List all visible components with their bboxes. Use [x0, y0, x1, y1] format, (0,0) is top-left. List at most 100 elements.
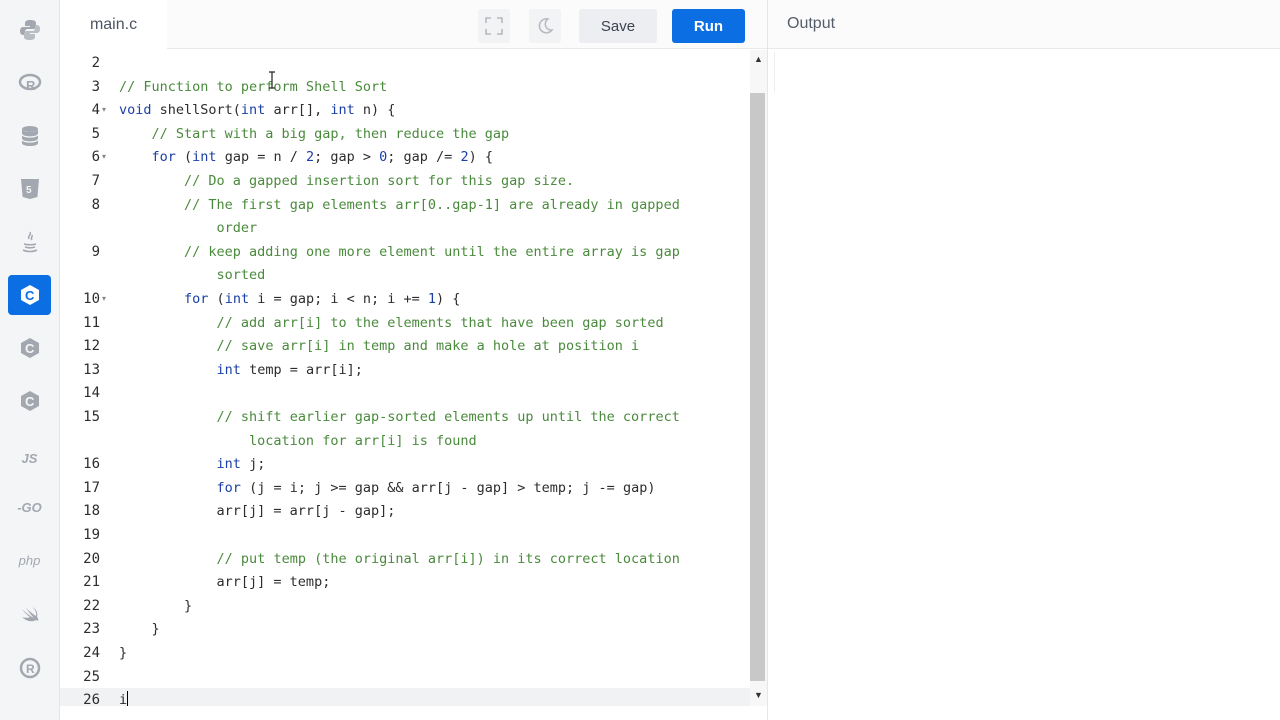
- line-text: // Start with a big gap, then reduce the…: [151, 125, 510, 142]
- code-line[interactable]: 12 // save arr[i] in temp and make a hol…: [60, 334, 750, 358]
- svg-text:C: C: [25, 341, 35, 356]
- output-title: Output: [787, 15, 836, 32]
- code-line[interactable]: 23 }: [60, 617, 750, 641]
- lang-js[interactable]: JS: [8, 438, 51, 478]
- line-text: arr[j] = arr[j - gap];: [119, 503, 396, 520]
- fullscreen-button[interactable]: [478, 9, 510, 43]
- line-number: 10: [83, 291, 100, 307]
- scrollbar-thumb[interactable]: [750, 93, 765, 681]
- code-line[interactable]: 8 // The first gap elements arr[0..gap-1…: [60, 193, 750, 217]
- file-tab[interactable]: main.c: [60, 0, 167, 50]
- code-line[interactable]: 11 // add arr[i] to the elements that ha…: [60, 311, 750, 335]
- line-number: 2: [91, 55, 100, 71]
- line-number: 5: [91, 125, 100, 142]
- code-line[interactable]: 20 // put temp (the original arr[i]) in …: [60, 547, 750, 571]
- code-line[interactable]: 18 arr[j] = arr[j - gap];: [60, 499, 750, 523]
- code-line[interactable]: 19: [60, 523, 750, 547]
- line-text: location for arr[i] is found: [119, 432, 477, 449]
- line-text: sorted: [119, 267, 266, 284]
- fold-toggle-icon[interactable]: ▾: [102, 145, 106, 169]
- code-line[interactable]: 16 int j;: [60, 452, 750, 476]
- rust-icon: R: [19, 657, 40, 679]
- fullscreen-icon: [485, 17, 503, 35]
- svg-text:C: C: [25, 288, 35, 303]
- cpp-icon: C: [20, 338, 39, 358]
- code-line[interactable]: 13 int temp = arr[i];: [60, 358, 750, 382]
- code-line[interactable]: 3 // Function to perform Shell Sort: [60, 75, 750, 99]
- svg-text:5: 5: [26, 185, 32, 196]
- output-pane: Output: [767, 0, 1280, 720]
- code-line[interactable]: 6 ▾ for (int gap = n / 2; gap > 0; gap /=…: [60, 145, 750, 169]
- code-line[interactable]: 21 arr[j] = temp;: [60, 570, 750, 594]
- line-text: i: [119, 688, 129, 706]
- scroll-up-icon[interactable]: ▲: [750, 54, 767, 68]
- line-number: 20: [83, 550, 100, 567]
- save-button[interactable]: Save: [579, 9, 657, 43]
- code-line[interactable]: 17 for (j = i; j >= gap && arr[j - gap] …: [60, 476, 750, 500]
- r-icon: R: [18, 73, 41, 93]
- code-line[interactable]: location for arr[i] is found: [60, 429, 750, 453]
- line-text: // keep adding one more element until th…: [184, 243, 680, 260]
- code-line[interactable]: 4 ▾ void shellSort(int arr[], int n) {: [60, 98, 750, 122]
- line-number: 22: [83, 597, 100, 614]
- editor-scrollbar[interactable]: ▲ ▼: [750, 50, 767, 706]
- line-number: 25: [83, 668, 100, 685]
- html5-icon: 5: [20, 179, 39, 199]
- output-console[interactable]: [774, 52, 775, 92]
- moon-icon: [538, 18, 554, 34]
- line-number: 9: [91, 243, 100, 260]
- lang-java[interactable]: [8, 222, 51, 262]
- line-number: 26: [83, 692, 100, 706]
- lang-rust[interactable]: R: [8, 648, 51, 688]
- code-line[interactable]: sorted: [60, 263, 750, 287]
- scroll-down-icon[interactable]: ▼: [750, 690, 767, 704]
- lang-cpp[interactable]: C: [8, 328, 51, 368]
- code-line[interactable]: order: [60, 216, 750, 240]
- line-number: 14: [83, 385, 100, 402]
- code-line[interactable]: 24}: [60, 641, 750, 665]
- line-number: 11: [83, 314, 100, 331]
- java-icon: [22, 231, 37, 253]
- caret: [127, 691, 129, 706]
- line-number: 6: [91, 149, 100, 166]
- run-button[interactable]: Run: [672, 9, 745, 43]
- lang-html[interactable]: 5: [8, 169, 51, 209]
- lang-python[interactable]: [8, 10, 51, 50]
- fold-toggle-icon[interactable]: ▾: [102, 98, 106, 122]
- code-line[interactable]: 15 // shift earlier gap-sorted elements …: [60, 405, 750, 429]
- lang-r[interactable]: R: [8, 63, 51, 103]
- line-text: // shift earlier gap-sorted elements up …: [216, 409, 680, 425]
- text-cursor-icon: [269, 71, 275, 89]
- line-text: int j;: [216, 456, 266, 473]
- python-icon: [19, 20, 40, 40]
- code-line[interactable]: 14: [60, 381, 750, 405]
- language-sidebar: R 5 C C C JS -GO php R: [0, 0, 60, 720]
- fold-toggle-icon[interactable]: ▾: [102, 287, 106, 311]
- code-editor[interactable]: 2 3// Function to perform Shell Sort 4 ▾ voi…: [60, 50, 750, 706]
- code-line[interactable]: 10 ▾ for (int i = gap; i < n; i += 1) {: [60, 287, 750, 311]
- lang-go[interactable]: -GO: [8, 487, 51, 527]
- code-line[interactable]: 22 }: [60, 594, 750, 618]
- lang-csharp[interactable]: C: [8, 381, 51, 421]
- js-icon: JS: [21, 450, 38, 466]
- code-line[interactable]: 26 i: [60, 688, 750, 706]
- line-number: 17: [83, 479, 100, 496]
- lang-c[interactable]: C: [8, 275, 51, 315]
- code-line[interactable]: 7 // Do a gapped insertion sort for this…: [60, 169, 750, 193]
- lang-swift[interactable]: [8, 595, 51, 635]
- code-line[interactable]: 5 // Start with a big gap, then reduce t…: [60, 122, 750, 146]
- lang-php[interactable]: php: [8, 540, 51, 580]
- code-line[interactable]: 9 // keep adding one more element until …: [60, 240, 750, 264]
- svg-text:R: R: [26, 662, 35, 676]
- lang-sql[interactable]: [8, 116, 51, 156]
- code-line[interactable]: 2: [60, 51, 750, 75]
- line-number: 15: [83, 409, 100, 425]
- line-text: int temp = arr[i];: [216, 361, 363, 378]
- line-number: 7: [91, 173, 100, 189]
- theme-toggle-button[interactable]: [529, 9, 561, 43]
- line-text: // save arr[i] in temp and make a hole a…: [216, 338, 640, 355]
- code-line[interactable]: 25: [60, 665, 750, 689]
- line-text: void shellSort(int arr[], int n) {: [119, 102, 396, 119]
- line-text: // put temp (the original arr[i]) in its…: [216, 550, 680, 567]
- line-text: // Do a gapped insertion sort for this g…: [184, 173, 575, 189]
